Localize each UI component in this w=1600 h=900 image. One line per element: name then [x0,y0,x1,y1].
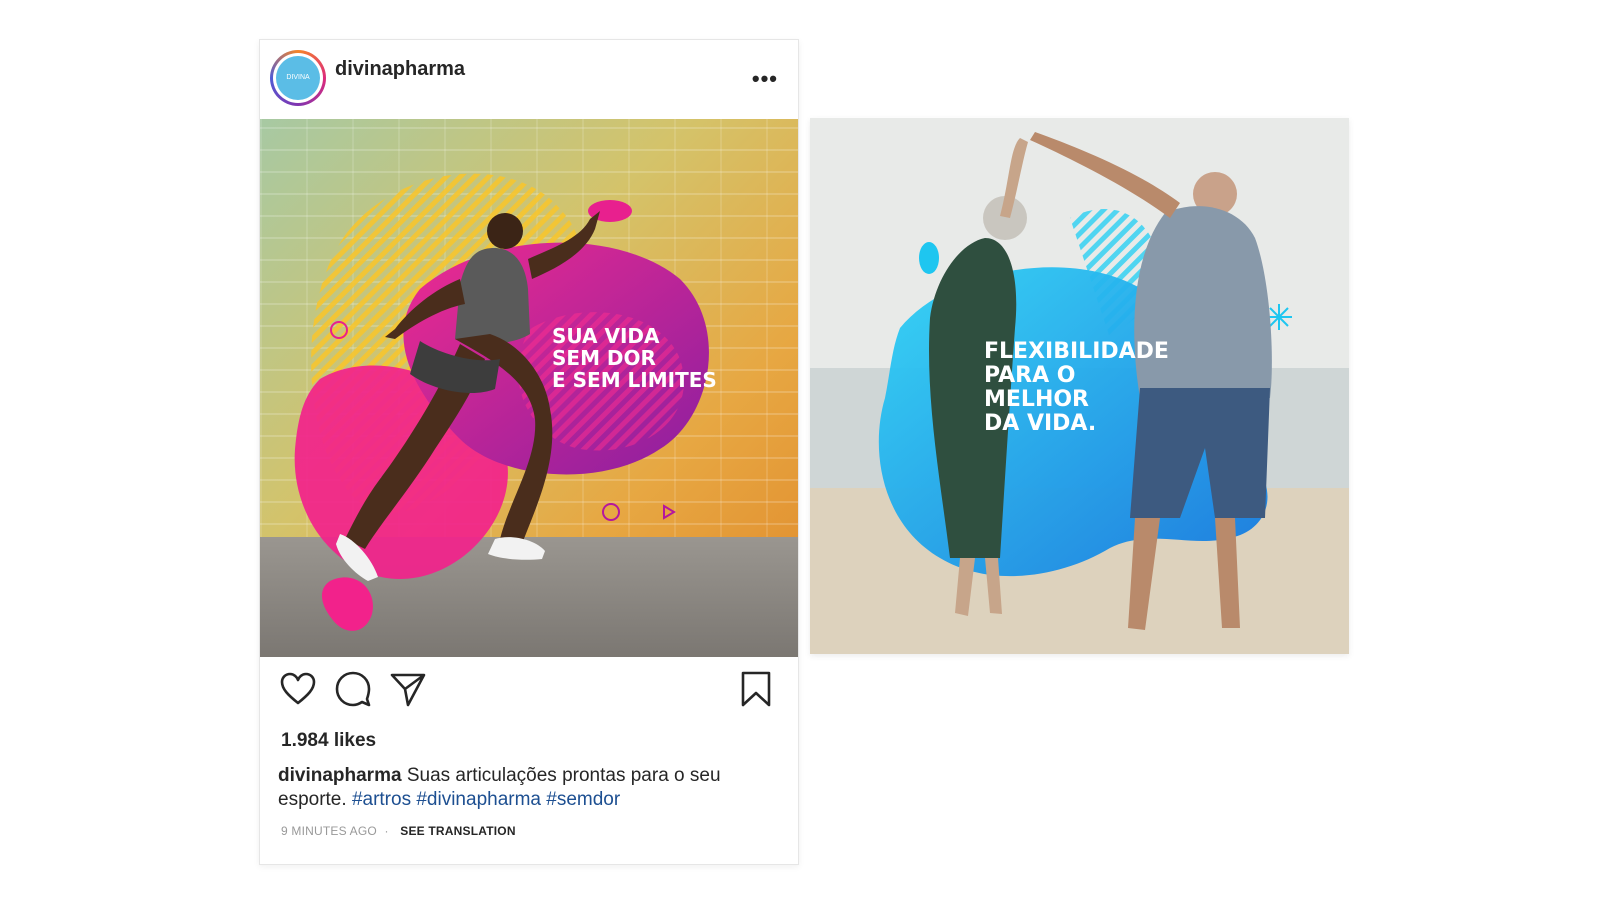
like-button[interactable] [278,669,318,709]
second-post-image[interactable]: FLEXIBILIDADE PARA O MELHOR DA VIDA. [810,118,1349,654]
second-image-headline: FLEXIBILIDADE PARA O MELHOR DA VIDA. [984,339,1169,436]
likes-count[interactable]: 1.984 likes [281,730,376,752]
comment-button[interactable] [333,669,373,709]
timestamp: 9 MINUTES AGO [281,824,377,838]
instagram-post-card: DIVINA divinapharma ••• SUA VIDA SEM DOR… [259,39,799,865]
post-image-graphics [294,173,709,631]
paper-plane-icon [390,673,426,707]
post-username[interactable]: divinapharma [335,58,465,81]
hashtag-link[interactable]: #divinapharma [416,789,541,810]
see-translation-link[interactable]: SEE TRANSLATION [400,824,515,838]
caption-username[interactable]: divinapharma [278,765,402,786]
meta-separator: · [384,824,389,838]
share-button[interactable] [388,669,428,709]
post-header: DIVINA divinapharma ••• [260,40,798,120]
post-caption: divinapharma Suas articulações prontas p… [278,764,778,812]
comment-icon [335,671,371,707]
post-action-bar [260,657,798,723]
post-image-headline: SUA VIDA SEM DOR E SEM LIMITES [552,324,717,392]
avatar-story-ring[interactable]: DIVINA [270,50,326,106]
post-meta: 9 MINUTES AGO · SEE TRANSLATION [281,824,516,838]
hashtag-link[interactable]: #semdor [546,789,620,810]
ellipsis-icon: ••• [751,66,778,91]
save-button[interactable] [736,669,776,709]
post-image[interactable]: SUA VIDA SEM DOR E SEM LIMITES [260,119,798,657]
hashtag-link[interactable]: #artros [352,789,411,810]
avatar: DIVINA [276,56,320,100]
more-options-button[interactable]: ••• [752,66,778,92]
bookmark-icon [741,671,771,707]
heart-icon [280,672,316,705]
